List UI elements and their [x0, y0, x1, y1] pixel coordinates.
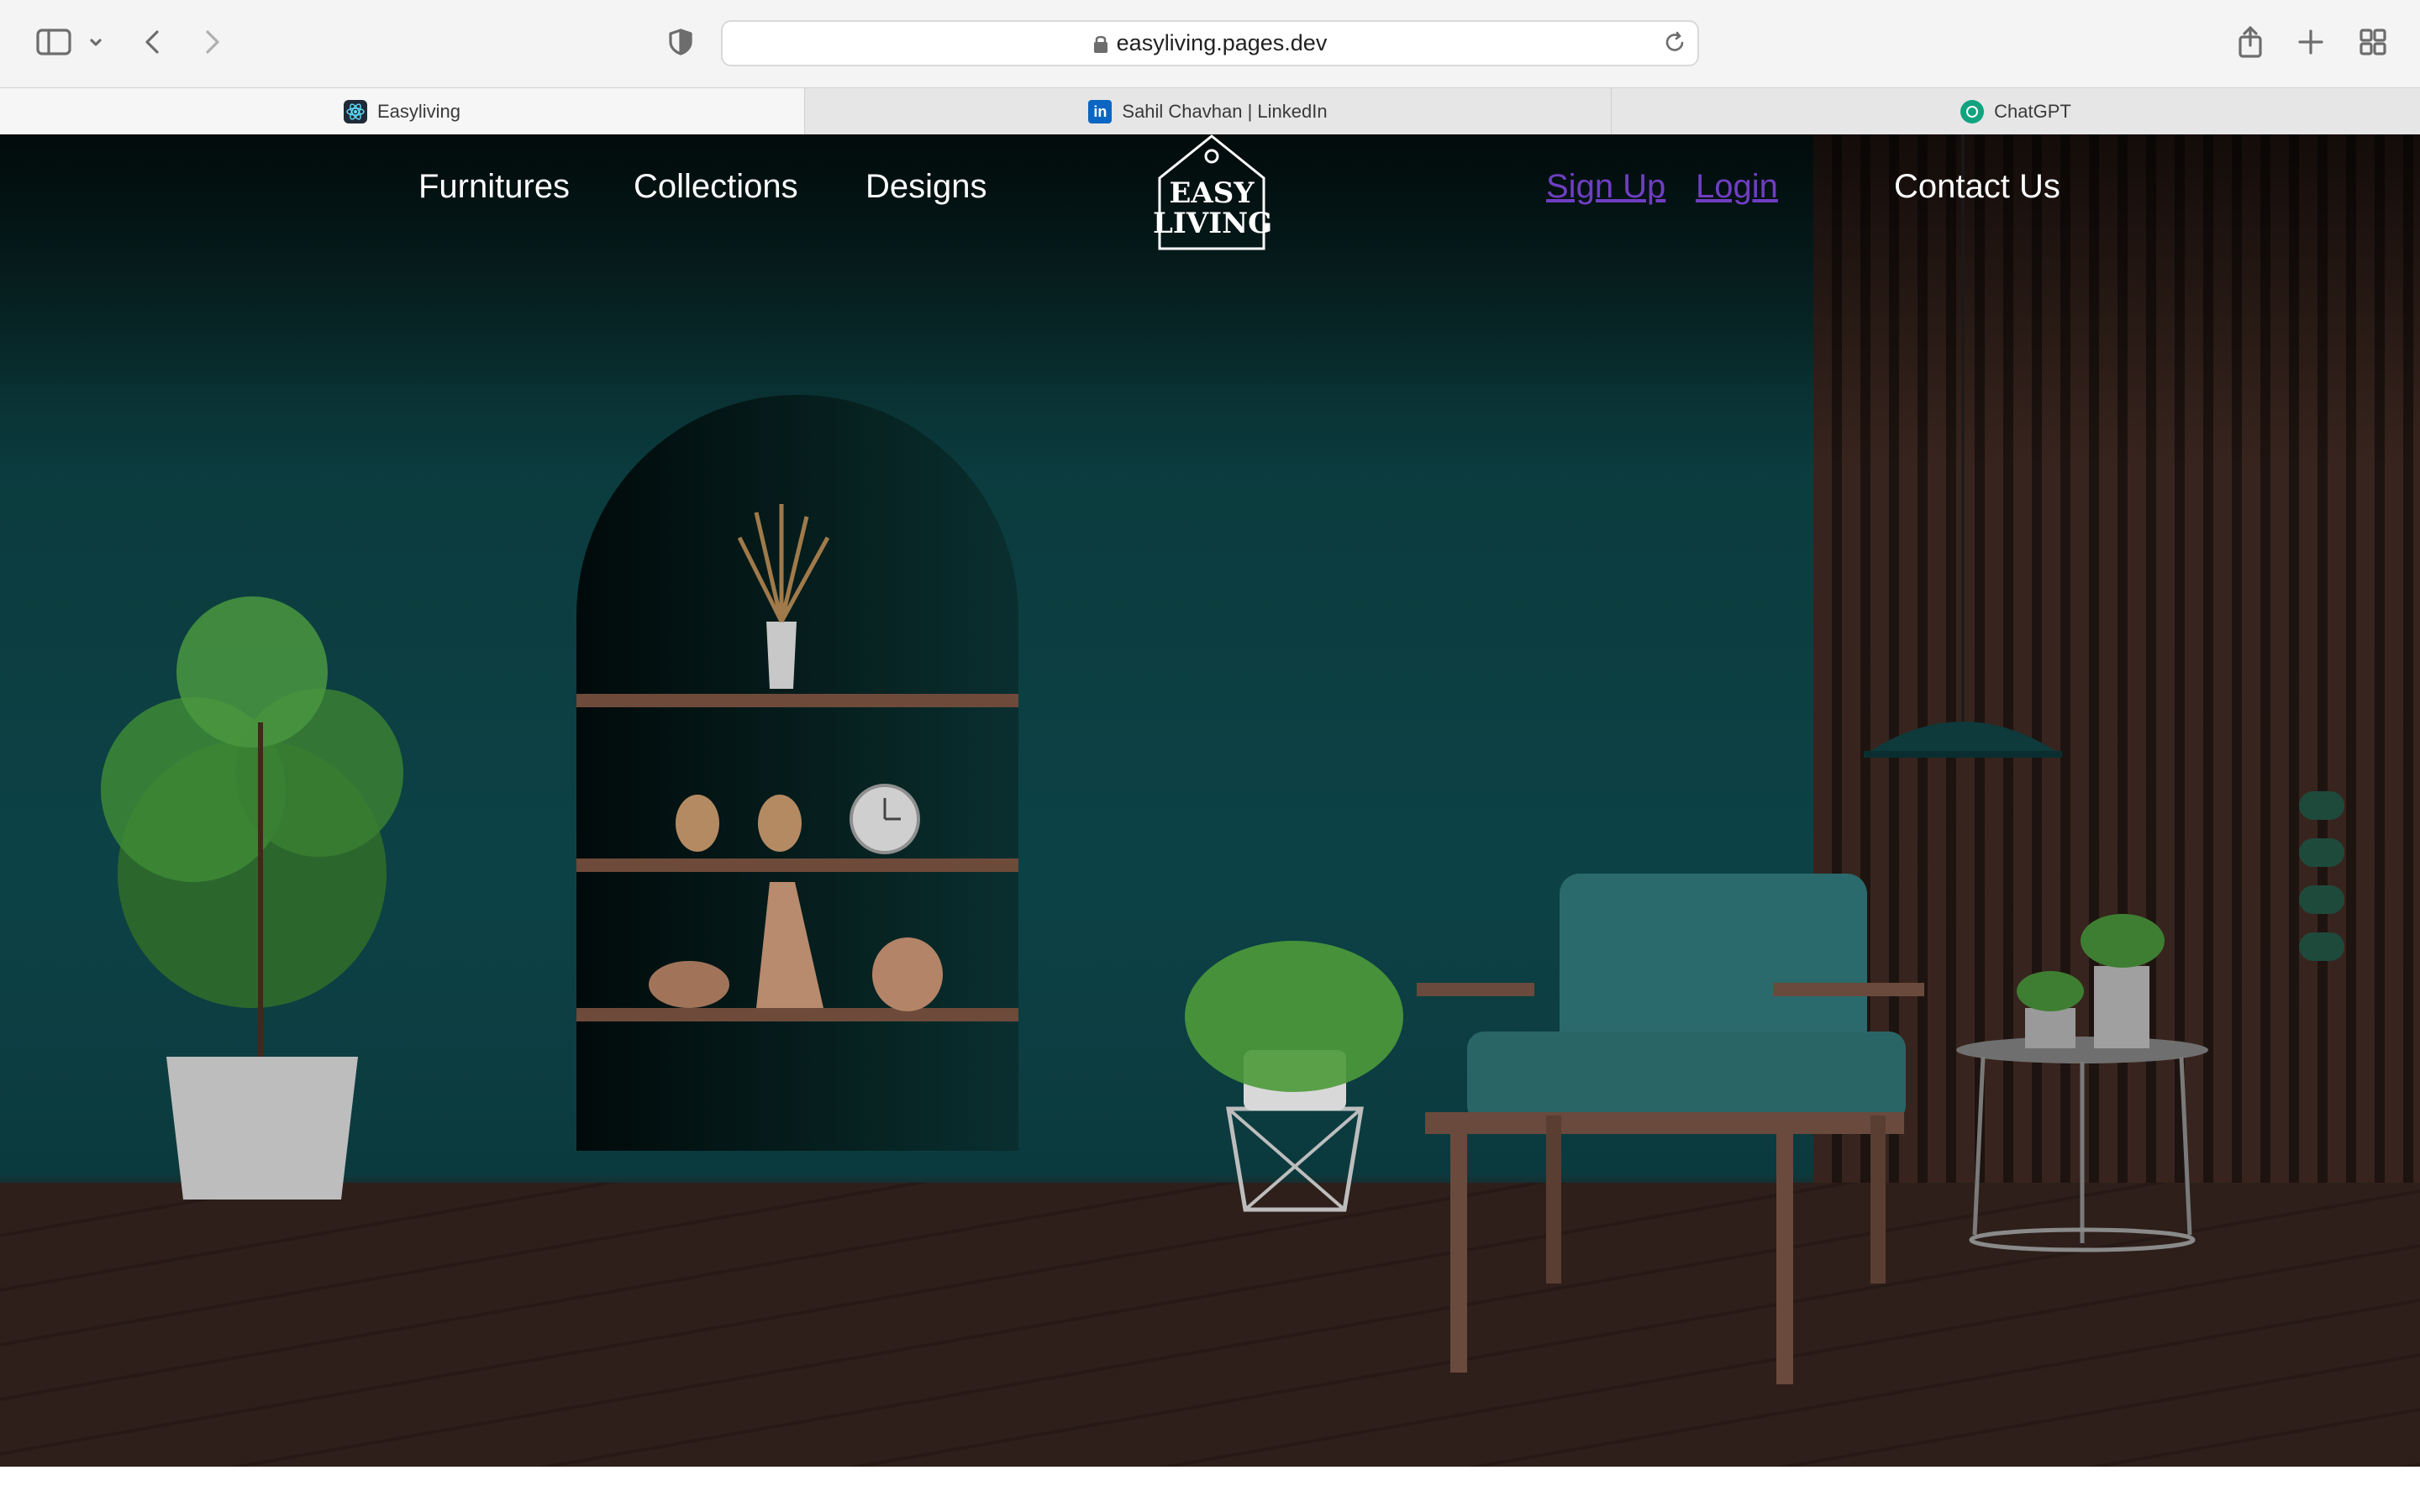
page-viewport: Furnitures Collections Designs EASY LIVI…	[0, 134, 2420, 1467]
new-tab-icon[interactable]	[2287, 18, 2334, 66]
linkedin-icon: in	[1088, 100, 1113, 123]
potted-tree	[101, 596, 403, 1200]
browser-toolbar: easyliving.pages.dev	[0, 0, 2420, 87]
pottery	[649, 882, 943, 1011]
slider-dot[interactable]	[2299, 838, 2344, 867]
sidebar-toggle-icon[interactable]	[30, 18, 77, 66]
share-icon[interactable]	[2227, 18, 2274, 66]
tab-label: Easyliving	[376, 101, 461, 122]
tab-overview-icon[interactable]	[2349, 18, 2396, 66]
tab-label: ChatGPT	[1994, 101, 2071, 122]
lock-icon	[1093, 34, 1108, 54]
chevron-down-icon[interactable]	[79, 18, 113, 66]
tab-strip: Easyliving in Sahil Chavhan | LinkedIn C…	[0, 87, 2420, 135]
reload-icon[interactable]	[1662, 30, 1687, 60]
tab-easyliving[interactable]: Easyliving	[0, 88, 805, 135]
url-text: easyliving.pages.dev	[1116, 30, 1328, 55]
forward-icon[interactable]	[188, 18, 235, 66]
back-icon[interactable]	[129, 18, 176, 66]
armchair	[1417, 874, 1924, 1384]
slider-dot[interactable]	[2299, 885, 2344, 914]
tab-label: Sahil Chavhan | LinkedIn	[1122, 101, 1328, 122]
slider-dot[interactable]	[2299, 791, 2344, 820]
hero-scene	[101, 134, 2208, 1384]
alarm-clock	[850, 784, 920, 854]
tab-linkedin[interactable]: in Sahil Chavhan | LinkedIn	[805, 88, 1612, 135]
logo-line-2: LIVING	[1153, 207, 1273, 240]
nav-login[interactable]: Login	[1696, 168, 1778, 206]
tab-chatgpt[interactable]: ChatGPT	[1612, 88, 2420, 135]
vase-grass	[737, 504, 830, 689]
slider-dot[interactable]	[2299, 932, 2344, 961]
logo-line-1: EASY	[1169, 176, 1255, 210]
chatgpt-icon	[1960, 100, 1985, 123]
privacy-shield-icon[interactable]	[657, 18, 704, 66]
react-icon	[343, 100, 367, 123]
nav-furnitures[interactable]: Furnitures	[418, 168, 570, 206]
nav-signup[interactable]: Sign Up	[1546, 168, 1665, 206]
address-bar[interactable]: easyliving.pages.dev	[721, 20, 1699, 66]
nav-contact[interactable]: Contact Us	[1894, 168, 2060, 206]
nav-collections[interactable]: Collections	[634, 168, 798, 206]
site-nav: Furnitures Collections Designs EASY LIVI…	[0, 134, 2420, 269]
nav-designs[interactable]: Designs	[865, 168, 987, 206]
bird-figurines	[676, 795, 802, 852]
fern-stand	[1185, 941, 1403, 1212]
side-table	[1956, 914, 2208, 1252]
page-bottom-strip	[0, 1467, 2420, 1512]
site-logo[interactable]: EASY LIVING	[1153, 134, 1273, 252]
